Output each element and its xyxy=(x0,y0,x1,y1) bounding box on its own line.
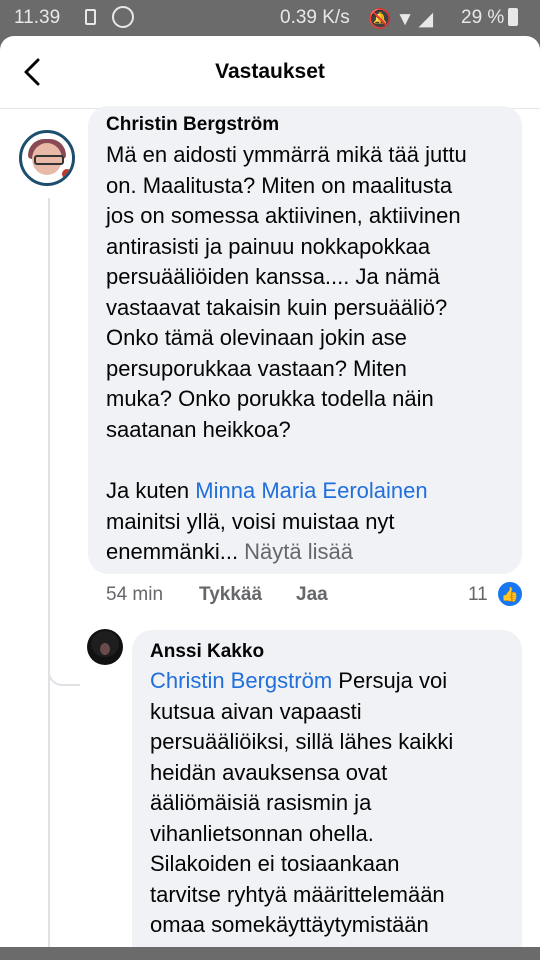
sim-icon xyxy=(85,9,96,25)
header: Vastaukset xyxy=(0,36,540,109)
comment-timestamp: 54 min xyxy=(106,584,164,605)
mention-link[interactable]: Christin Bergström xyxy=(150,668,332,693)
thread-line xyxy=(48,198,50,947)
heart-badge-icon xyxy=(60,167,72,181)
reply-button[interactable]: Jaa xyxy=(296,584,328,606)
avatar[interactable] xyxy=(87,629,123,665)
thread-branch xyxy=(48,644,80,686)
see-more-link[interactable]: Näytä lisää xyxy=(244,539,353,564)
comment-text-continued: Ja kuten Minna Maria Eerolainen mainitsi… xyxy=(106,478,428,564)
reaction-count[interactable]: 11 xyxy=(468,584,488,606)
comment-author[interactable]: Christin Bergström xyxy=(106,114,279,136)
battery-icon xyxy=(508,8,519,26)
mute-icon: 🔕 xyxy=(368,9,396,30)
battery-percent: 29 % xyxy=(461,7,505,28)
signal-icon: ◢ xyxy=(418,9,438,30)
replies-sheet: Vastaukset Christin Bergström Mä en aido… xyxy=(0,36,540,947)
thumbs-up-icon[interactable]: 👍 xyxy=(498,582,522,606)
comment-text: Mä en aidosti ymmärrä mikä tää juttu on.… xyxy=(106,142,467,442)
reply-text: Christin Bergström Persuja voi kutsua ai… xyxy=(150,668,454,937)
mention-link[interactable]: Minna Maria Eerolainen xyxy=(195,478,427,503)
status-bar: 11.39 0.39 K/s 🔕▼◢ 29 % xyxy=(0,0,540,36)
status-time: 11.39 xyxy=(14,7,61,28)
network-speed: 0.39 K/s xyxy=(280,7,350,28)
wifi-icon: ▼ xyxy=(395,9,419,30)
reply-author[interactable]: Anssi Kakko xyxy=(150,641,264,663)
page-title: Vastaukset xyxy=(215,60,325,83)
whatsapp-icon xyxy=(112,6,134,28)
bottom-edge xyxy=(0,947,540,960)
battery-status: 29 % xyxy=(461,7,519,29)
like-button[interactable]: Tykkää xyxy=(199,584,262,606)
connectivity-icons: 🔕▼◢ xyxy=(368,7,437,31)
avatar[interactable] xyxy=(19,130,75,186)
